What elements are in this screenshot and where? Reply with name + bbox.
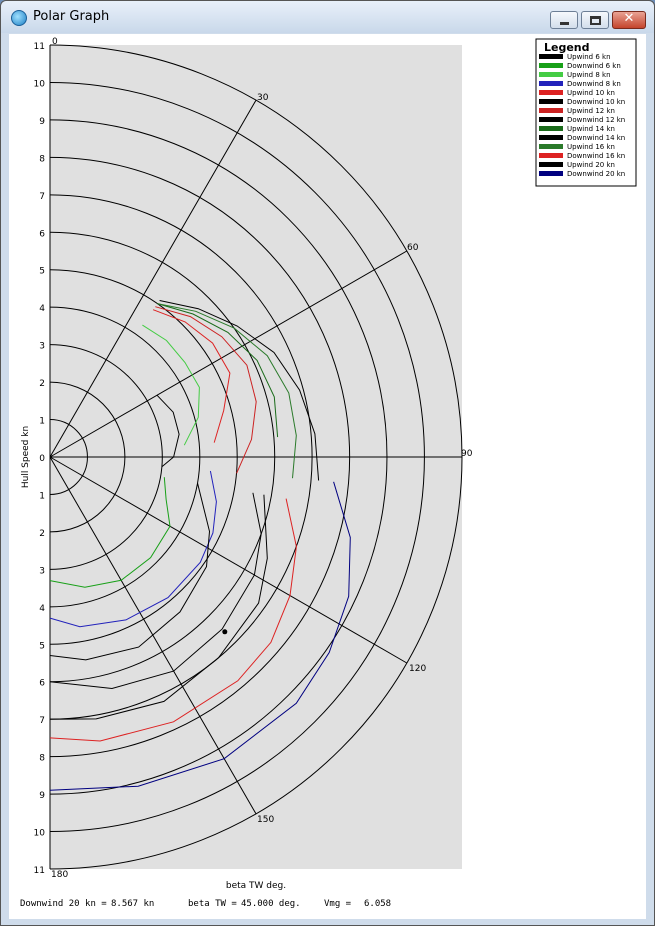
legend-swatch <box>539 153 563 158</box>
status-beta-value: 45.000 deg. <box>241 899 301 909</box>
status-vmg-value: 6.058 <box>364 899 392 909</box>
legend-entry: Upwind 12 kn <box>567 107 615 115</box>
minimize-button[interactable] <box>550 11 578 29</box>
legend-swatch <box>539 108 563 113</box>
status-downwind-value: 8.567 kn <box>111 899 155 909</box>
legend-swatch <box>539 117 563 122</box>
legend-swatch <box>539 126 563 131</box>
minimize-icon <box>560 22 569 25</box>
chart-client-area: 0 30 60 90 120 150 180 11 10 9 8 7 6 5 4 3 2 1 0 1 2 3 4 5 6 7 8 9 1… <box>9 34 646 919</box>
app-icon <box>11 10 27 26</box>
radius-tick-label: 1 <box>39 417 45 427</box>
window-title: Polar Graph <box>33 9 110 24</box>
legend-swatch <box>539 99 563 104</box>
radius-tick-label: 3 <box>39 342 45 352</box>
radius-tick-label: 2 <box>39 529 45 539</box>
legend-entry: Upwind 6 kn <box>567 53 611 61</box>
status-downwind-label: Downwind 20 kn = <box>20 899 107 909</box>
angle-label: 90 <box>461 449 473 459</box>
close-button[interactable]: ✕ <box>612 11 646 29</box>
legend-entry: Upwind 14 kn <box>567 125 615 133</box>
legend-entry: Downwind 6 kn <box>567 62 621 70</box>
legend-swatch <box>539 72 563 77</box>
legend-swatch <box>539 90 563 95</box>
radius-tick-label: 9 <box>39 117 45 127</box>
maximize-button[interactable] <box>581 11 609 29</box>
legend-entry: Upwind 16 kn <box>567 143 615 151</box>
radius-tick-label: 8 <box>39 154 45 164</box>
legend-swatch <box>539 135 563 140</box>
legend-swatch <box>539 81 563 86</box>
legend-entry: Upwind 8 kn <box>567 71 611 79</box>
legend-entry: Upwind 20 kn <box>567 161 615 169</box>
legend-entry: Downwind 16 kn <box>567 152 625 160</box>
legend-swatch <box>539 171 563 176</box>
radius-tick-label: 10 <box>34 79 46 89</box>
selection-marker <box>222 629 228 635</box>
polar-graph-window: Polar Graph ✕ 0 30 60 90 120 150 180 11 10 9 8 7 6 5 4… <box>0 0 655 926</box>
maximize-icon <box>590 16 601 25</box>
radius-tick-label: 1 <box>39 491 45 501</box>
angle-label: 180 <box>51 870 68 880</box>
title-bar[interactable]: Polar Graph ✕ <box>1 1 654 33</box>
radius-tick-label: 8 <box>39 754 45 764</box>
radius-tick-label: 0 <box>39 454 45 464</box>
radius-tick-label: 9 <box>39 791 45 801</box>
legend-swatch <box>539 144 563 149</box>
legend-swatch <box>539 63 563 68</box>
polar-chart[interactable]: 0306090120150180111098765432101234567891… <box>9 34 646 919</box>
y-axis-label: Hull Speed kn <box>21 426 31 488</box>
close-icon: ✕ <box>623 11 635 26</box>
legend-swatch <box>539 162 563 167</box>
status-vmg-label: Vmg = <box>324 899 352 909</box>
legend-entry: Downwind 14 kn <box>567 134 625 142</box>
angle-label: 60 <box>407 243 419 253</box>
legend-entry: Downwind 10 kn <box>567 98 625 106</box>
angle-label: 120 <box>409 664 426 674</box>
legend-entry: Downwind 20 kn <box>567 170 625 178</box>
status-beta-label: beta TW = <box>188 899 237 909</box>
radius-tick-label: 6 <box>39 229 45 239</box>
x-axis-label: beta TW deg. <box>226 881 286 891</box>
radius-tick-label: 7 <box>39 716 45 726</box>
radius-tick-label: 5 <box>39 267 45 277</box>
radius-tick-label: 5 <box>39 641 45 651</box>
legend-entry: Downwind 12 kn <box>567 116 625 124</box>
radius-tick-label: 3 <box>39 566 45 576</box>
angle-label: 150 <box>257 815 274 825</box>
radius-tick-label: 11 <box>34 42 45 52</box>
radius-tick-label: 7 <box>39 192 45 202</box>
legend-entry: Downwind 8 kn <box>567 80 621 88</box>
angle-label: 0 <box>52 37 58 47</box>
radius-tick-label: 10 <box>34 829 46 839</box>
radius-tick-label: 6 <box>39 679 45 689</box>
radius-tick-label: 4 <box>39 304 45 314</box>
radius-tick-label: 4 <box>39 604 45 614</box>
radius-tick-label: 2 <box>39 379 45 389</box>
legend-swatch <box>539 54 563 59</box>
radius-tick-label: 11 <box>34 866 45 876</box>
angle-label: 30 <box>257 93 269 103</box>
legend-entry: Upwind 10 kn <box>567 89 615 97</box>
